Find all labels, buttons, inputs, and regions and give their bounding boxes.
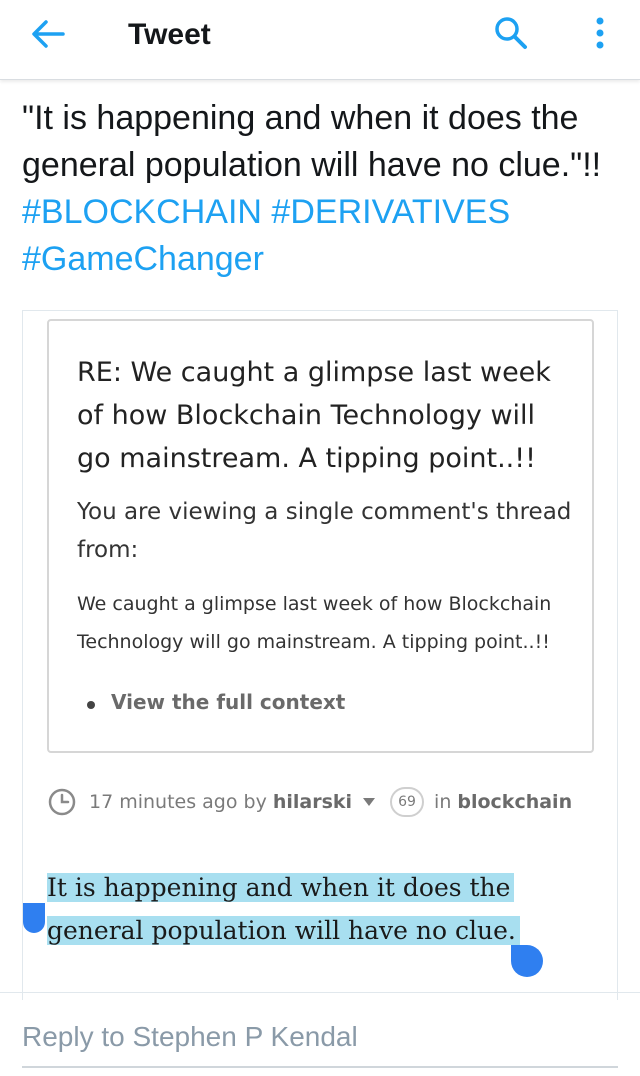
reputation-badge: 69 [390,787,425,817]
caret-down-icon[interactable] [362,797,376,807]
in-label: in [434,791,452,813]
search-button[interactable] [486,12,536,58]
bullet-dot [87,701,95,709]
thread-notice: You are viewing a single comment's threa… [77,499,572,563]
search-icon [494,16,528,55]
hashtag-blockchain[interactable]: #BLOCKCHAIN [22,193,262,231]
thread-context-box: RE: We caught a glimpse last week of how… [47,319,594,753]
more-options-button[interactable] [578,12,622,58]
reply-divider [0,992,640,993]
author-link[interactable]: hilarski [273,791,352,813]
clock-icon [47,787,77,817]
comment-line-1: It is happening and when it does the [47,873,515,902]
reply-underline [22,1066,618,1068]
comment-line-2: general population will have no clue. [47,916,520,945]
view-full-context-link[interactable]: View the full context [111,690,345,714]
embedded-page-card: RE: We caught a glimpse last week of how… [22,310,618,1000]
tweet-text: "It is happening and when it does the ge… [22,95,622,283]
comment-body[interactable]: It is happening and when it does the gen… [47,866,587,952]
arrow-left-icon [31,19,65,54]
more-vertical-icon [595,17,605,54]
hashtag-derivatives[interactable]: #DERIVATIVES [271,193,510,231]
selection-handle-end[interactable] [511,945,543,977]
reply-input[interactable] [22,1012,618,1062]
community-link[interactable]: blockchain [457,791,572,813]
back-button[interactable] [20,14,76,58]
tweet-detail-screen: Tweet "It is happening and when it does … [0,0,640,1076]
post-meta-row: 17 minutes ago by hilarski 69 in blockch… [47,785,607,819]
selection-handle-start[interactable] [23,903,45,933]
parent-post-link[interactable]: We caught a glimpse last week of how Blo… [77,585,577,661]
reply-post-title: RE: We caught a glimpse last week of how… [77,357,551,474]
hashtag-gamechanger[interactable]: #GameChanger [22,240,264,278]
tweet-quote-text: "It is happening and when it does the ge… [22,99,602,184]
page-title: Tweet [128,18,211,51]
top-app-bar: Tweet [0,0,640,80]
post-time: 17 minutes ago by [89,791,267,813]
